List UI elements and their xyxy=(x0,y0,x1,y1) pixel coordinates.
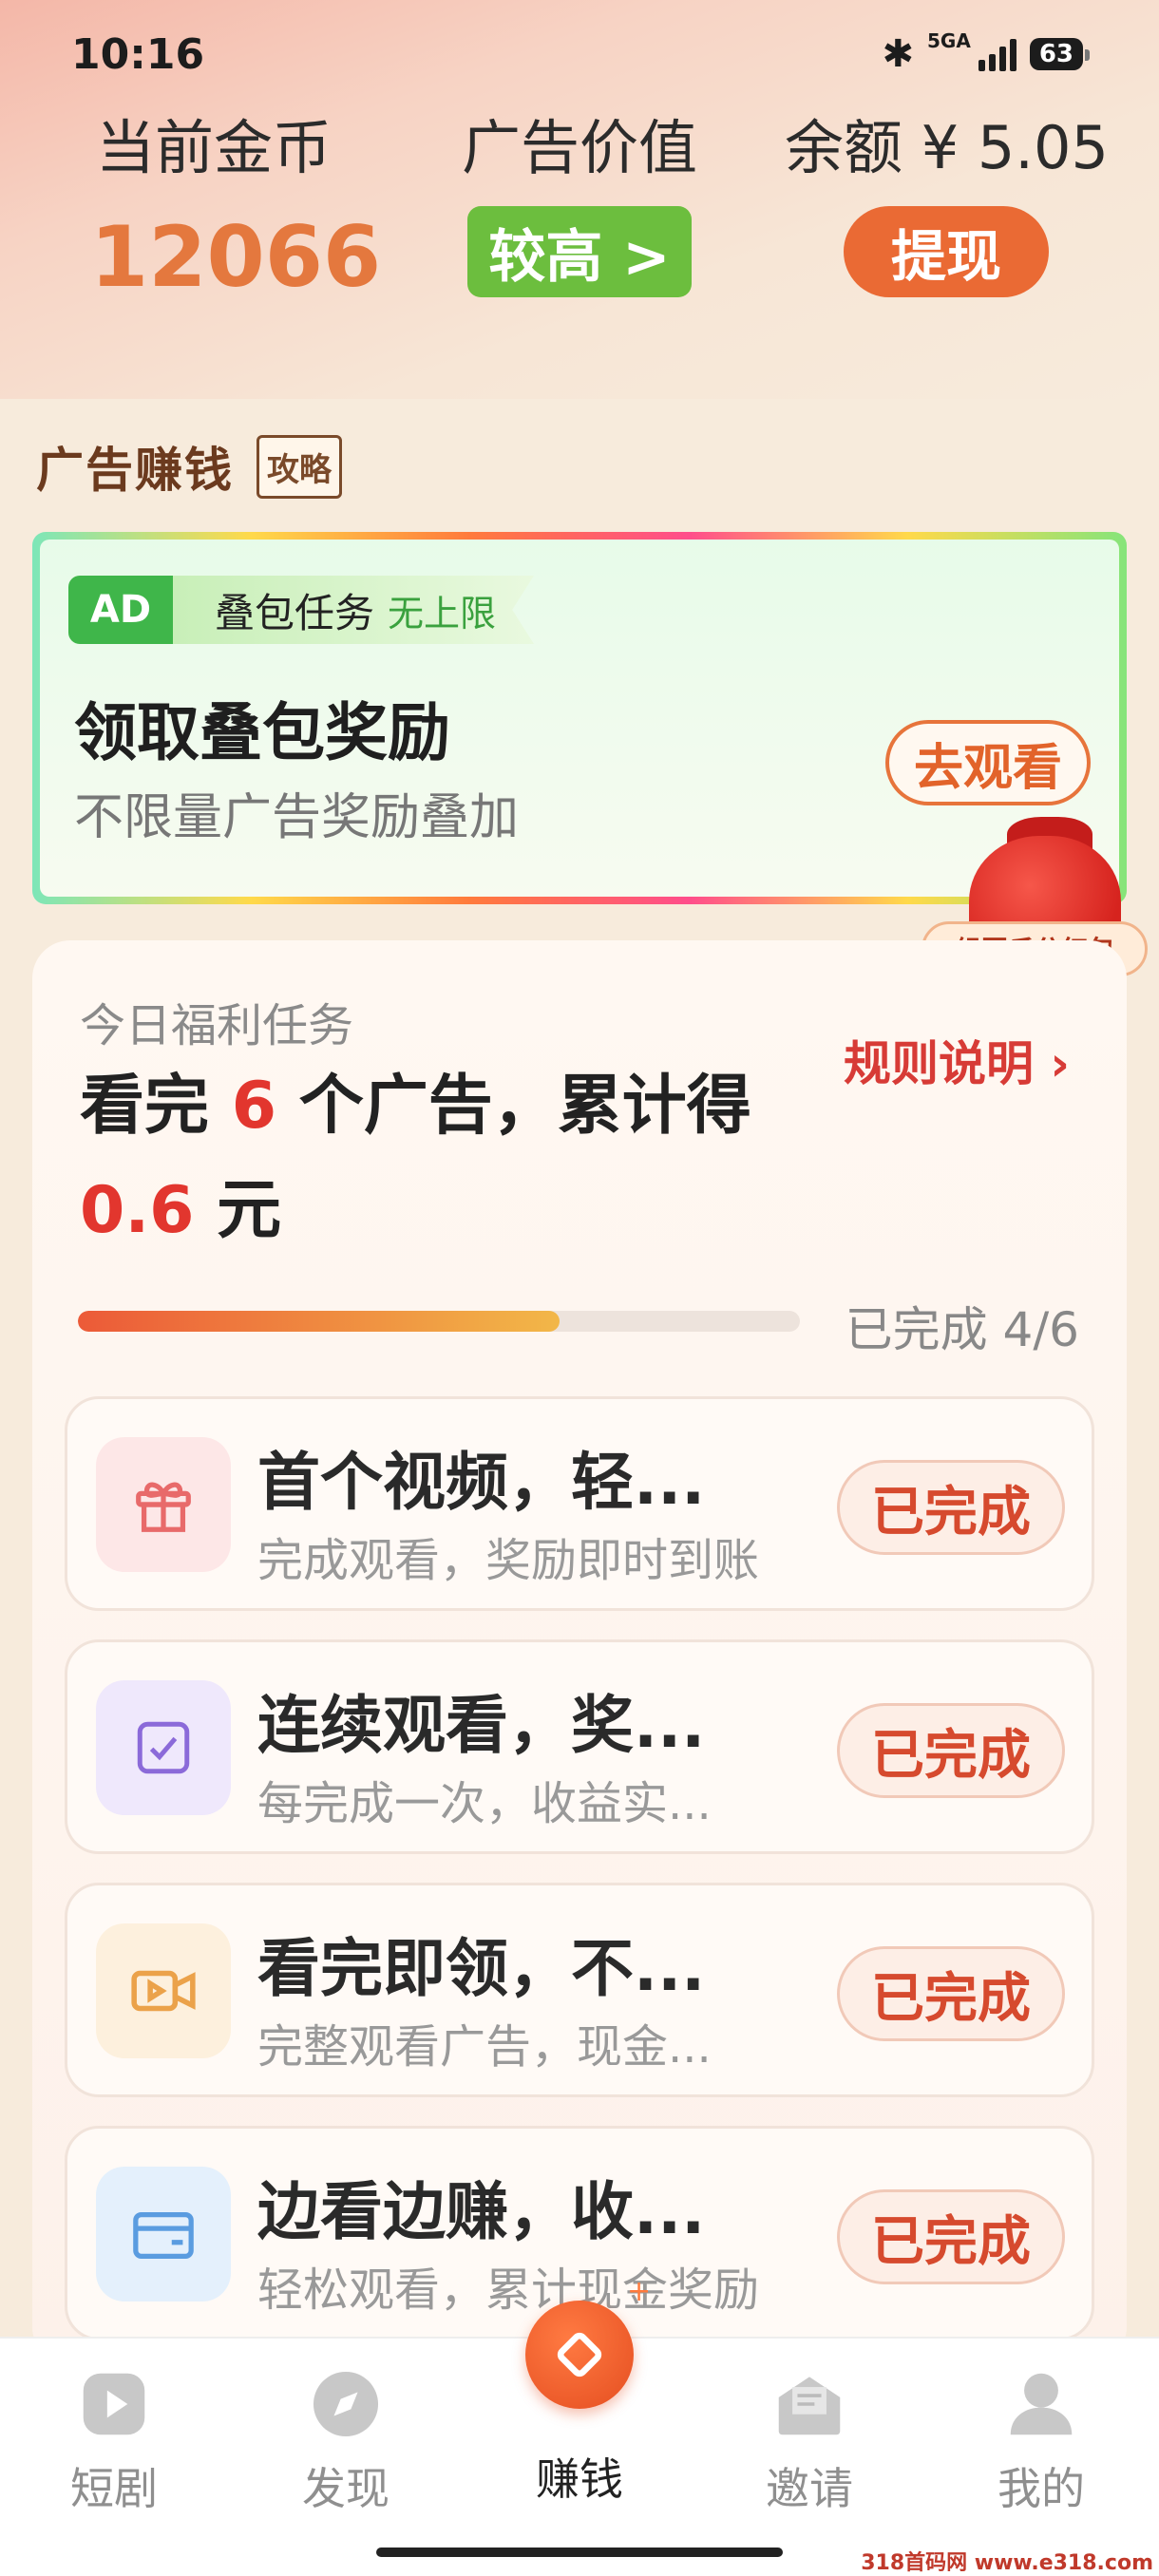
video-camera-icon xyxy=(96,1923,231,2058)
task-desc: 完整观看广告，现金... xyxy=(257,2020,712,2074)
invite-icon xyxy=(769,2363,850,2445)
coins-label: 当前金币 xyxy=(95,113,332,182)
ad-task-sub: 无上限 xyxy=(388,592,497,635)
nav-label: 我的 xyxy=(998,2463,1085,2514)
bluetooth-icon: ✱ xyxy=(882,32,914,76)
task-desc: 完成观看，奖励即时到账 xyxy=(257,1534,760,1587)
task-title: 边看边赚，收... xyxy=(257,2175,706,2248)
task-status-button[interactable]: 已完成 xyxy=(837,1703,1065,1798)
task-title: 连续观看，奖... xyxy=(257,1689,706,1762)
task-list: 首个视频，轻... 完成观看，奖励即时到账 已完成 连续观看，奖... 每完成一… xyxy=(65,1396,1094,2369)
ad-task-pill: 叠包任务 无上限 xyxy=(173,576,535,644)
ad-title: 领取叠包奖励 xyxy=(74,696,450,769)
nav-item-drama[interactable]: 短剧 xyxy=(19,2339,209,2517)
ad-desc: 不限量广告奖励叠加 xyxy=(74,789,520,846)
task-item[interactable]: 连续观看，奖... 每完成一次，收益实... 已完成 xyxy=(65,1639,1094,1854)
headline-amount: 0.6 xyxy=(80,1173,195,1248)
rules-link[interactable]: 规则说明 › xyxy=(844,1026,1070,1094)
checkbox-icon xyxy=(96,1680,231,1815)
nav-label: 短剧 xyxy=(70,2463,158,2514)
headline-pre: 看完 xyxy=(80,1069,232,1144)
gift-icon xyxy=(96,1437,231,1572)
ad-tag: AD xyxy=(68,576,196,644)
watermark: 318首码网 www.e318.com xyxy=(861,2551,1153,2575)
coins-value: 12066 xyxy=(90,208,382,306)
welfare-headline: 看完 6 个广告，累计得 0.6 元 xyxy=(80,1054,821,1263)
nav-item-invite[interactable]: 邀请 xyxy=(714,2339,904,2517)
wallet-icon xyxy=(96,2167,231,2301)
balance-stat: 余额 ¥ 5.05 提现 xyxy=(785,100,1109,297)
play-icon xyxy=(73,2363,155,2445)
task-status-button[interactable]: 已完成 xyxy=(837,1946,1065,2041)
task-desc: 轻松观看，累计现金奖励 xyxy=(257,2263,760,2317)
ad-tag-row: AD 叠包任务 无上限 xyxy=(68,576,535,644)
ad-task-name: 叠包任务 xyxy=(215,589,375,636)
welfare-subtitle: 今日福利任务 xyxy=(80,999,354,1052)
ad-value-label: 广告价值 xyxy=(461,113,697,182)
task-title: 看完即领，不... xyxy=(257,1932,706,2005)
task-status-button[interactable]: 已完成 xyxy=(837,1460,1065,1555)
welfare-card: 今日福利任务 规则说明 › 看完 6 个广告，累计得 0.6 元 已完成 4/6… xyxy=(32,940,1127,2365)
coins-stat: 当前金币 12066 xyxy=(90,100,382,306)
nav-item-profile[interactable]: 我的 xyxy=(946,2339,1136,2517)
withdraw-button[interactable]: 提现 xyxy=(844,206,1049,297)
nav-label: 赚钱 xyxy=(536,2453,623,2505)
network-label: 5GA xyxy=(927,29,971,52)
progress-label: 已完成 4/6 xyxy=(845,1302,1079,1357)
signal-icon xyxy=(978,37,1016,71)
balance-label: 余额 ¥ 5.05 xyxy=(785,113,1109,182)
home-indicator xyxy=(376,2548,783,2557)
watch-button[interactable]: 去观看 xyxy=(885,720,1091,805)
ad-value-button[interactable]: 较高 > xyxy=(467,206,692,297)
headline-post: 元 xyxy=(194,1173,282,1248)
earn-icon xyxy=(525,2301,634,2409)
battery-level: 63 xyxy=(1038,40,1074,68)
nav-label: 邀请 xyxy=(766,2463,853,2514)
task-item[interactable]: 看完即领，不... 完整观看广告，现金... 已完成 xyxy=(65,1883,1094,2097)
task-item[interactable]: 首个视频，轻... 完成观看，奖励即时到账 已完成 xyxy=(65,1396,1094,1611)
progress-bar-fill xyxy=(78,1311,560,1332)
section-title: 广告赚钱 攻略 xyxy=(36,432,342,501)
guide-badge[interactable]: 攻略 xyxy=(256,434,342,499)
compass-icon xyxy=(305,2363,387,2445)
ad-value-stat: 广告价值 较高 > xyxy=(446,100,712,297)
nav-label: 发现 xyxy=(302,2463,390,2514)
profile-icon xyxy=(1000,2363,1082,2445)
headline-count: 6 xyxy=(231,1069,277,1144)
section-title-text: 广告赚钱 xyxy=(36,443,234,498)
nav-item-earn[interactable]: 赚钱 xyxy=(484,2301,674,2508)
task-desc: 每完成一次，收益实... xyxy=(257,1777,712,1830)
sparkle-decoration: + xyxy=(627,2275,652,2308)
status-bar: 10:16 ✱ 5GA 63 xyxy=(0,0,1159,104)
progress-bar xyxy=(78,1311,800,1332)
battery-icon: 63 xyxy=(1029,38,1091,70)
bottom-nav: 短剧 发现 赚钱 邀请 我的 xyxy=(0,2301,1159,2576)
status-icons: ✱ 5GA 63 xyxy=(882,29,1091,76)
headline-mid: 个广告，累计得 xyxy=(276,1069,751,1144)
task-title: 首个视频，轻... xyxy=(257,1446,706,1519)
status-time: 10:16 xyxy=(71,30,205,79)
task-status-button[interactable]: 已完成 xyxy=(837,2189,1065,2284)
nav-item-discover[interactable]: 发现 xyxy=(251,2339,441,2517)
